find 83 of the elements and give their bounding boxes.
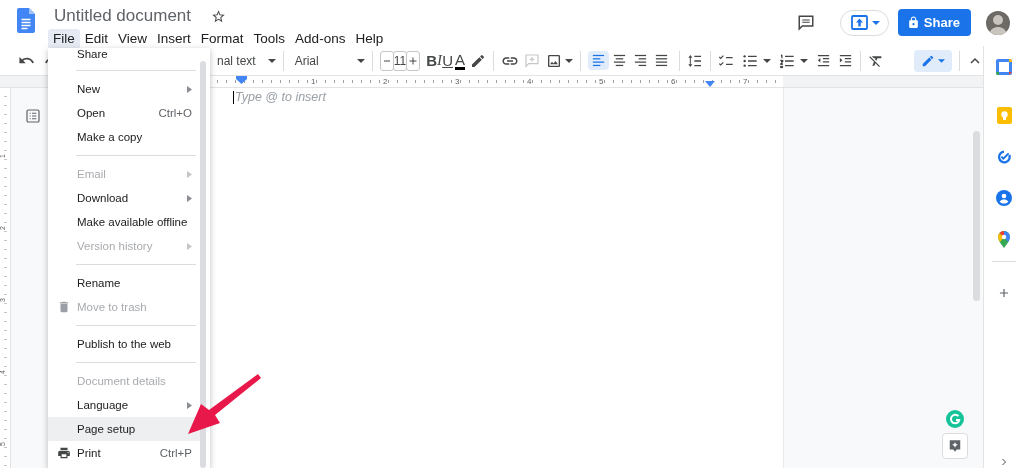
comment-icon[interactable] [796,13,815,32]
text-cursor [233,91,234,104]
align-right-icon [633,53,648,68]
menu-item[interactable]: Edit [79,29,114,49]
increase-font-size-button[interactable] [406,50,421,71]
submenu-arrow-icon [187,401,192,409]
menu-item[interactable]: Add-ons [290,29,351,49]
add-icon[interactable] [997,286,1011,300]
image-icon[interactable] [546,52,562,69]
share-button[interactable]: Share [897,9,971,36]
submenu-arrow-icon [187,194,192,202]
menu-item[interactable]: Publish to the web [48,332,200,356]
star-icon[interactable] [211,8,227,24]
line-spacing-icon[interactable] [687,52,703,69]
menu-item[interactable]: Make a copy [48,125,200,149]
caret-icon [267,58,276,63]
menu-item[interactable]: Help [350,29,389,49]
italic-button[interactable]: I [437,52,443,69]
caret-icon [356,58,365,63]
editing-mode-button[interactable] [914,49,952,72]
map-pin-icon[interactable] [998,231,1010,248]
decrease-indent-icon[interactable] [816,53,831,68]
caret-icon[interactable] [565,58,573,63]
submenu-arrow-icon [187,242,192,250]
contacts-icon[interactable] [996,190,1012,206]
sparkle-icon [948,439,962,453]
placeholder-text: Type @ to insert [235,91,326,104]
indent-marker[interactable] [236,76,247,84]
printer-icon [57,446,71,460]
bulleted-list-icon[interactable] [742,52,758,69]
menu-item[interactable]: Open Ctrl+O [48,101,200,125]
caret-icon [938,58,945,63]
menu-item[interactable]: Tools [248,29,291,49]
menu-item[interactable]: Page setup [48,417,200,441]
menu-item[interactable]: Print Ctrl+P [48,441,200,465]
ruler-number: 1 [310,76,317,87]
menu-item[interactable]: View [113,29,153,49]
ruler-number: 3 [454,76,461,87]
menu-item[interactable]: File [48,29,80,49]
ruler-number: 5 [598,76,605,87]
highlighter-icon[interactable] [470,52,486,69]
pencil-icon [921,53,935,68]
font-dropdown[interactable]: Arial [294,53,365,68]
explore-button[interactable] [942,433,968,459]
calendar-icon[interactable] [996,59,1012,75]
text-color-button[interactable]: A [455,51,465,70]
menu-item[interactable]: Format [195,29,249,49]
check-circle-icon[interactable] [996,149,1012,165]
avatar[interactable] [986,10,1010,35]
ruler-number: 2 [382,76,389,87]
docs-icon[interactable] [17,8,35,33]
menu-item[interactable]: Insert [152,29,196,49]
document-outline-icon[interactable] [25,108,41,124]
numbered-list-icon[interactable] [779,52,795,69]
upload-icon [850,15,868,30]
bold-button[interactable]: B [426,52,437,69]
increase-indent-icon[interactable] [838,53,853,68]
ruler-number: 4 [526,76,533,87]
scrollbar[interactable] [200,61,206,468]
menu-item[interactable]: Make available offline [48,210,200,234]
menu-item[interactable]: Rename [48,271,200,295]
ruler-number: 7 [742,76,749,87]
font-size-field[interactable]: 11 [392,50,408,71]
submenu-arrow-icon [187,85,192,93]
text-style-dropdown[interactable]: nal text [217,53,276,68]
ruler-number: 6 [670,76,677,87]
menu-item[interactable]: Download [48,186,200,210]
align-left-button[interactable] [588,51,609,70]
caret-icon[interactable] [763,58,771,63]
lock-icon [907,16,919,29]
menu-item[interactable]: New [48,77,200,101]
scrollbar[interactable] [973,131,980,301]
trash-icon [57,300,71,314]
menu-item[interactable]: Share [48,48,200,64]
document-title[interactable]: Untitled document [54,6,192,26]
align-left-icon [591,53,606,68]
caret-icon[interactable] [800,58,808,63]
underline-button[interactable]: U [442,52,453,69]
submenu-arrow-icon [187,170,192,178]
menu-item[interactable]: Language [48,393,200,417]
align-center-icon [612,53,627,68]
justify-icon [654,53,669,68]
caret-icon [871,20,880,25]
